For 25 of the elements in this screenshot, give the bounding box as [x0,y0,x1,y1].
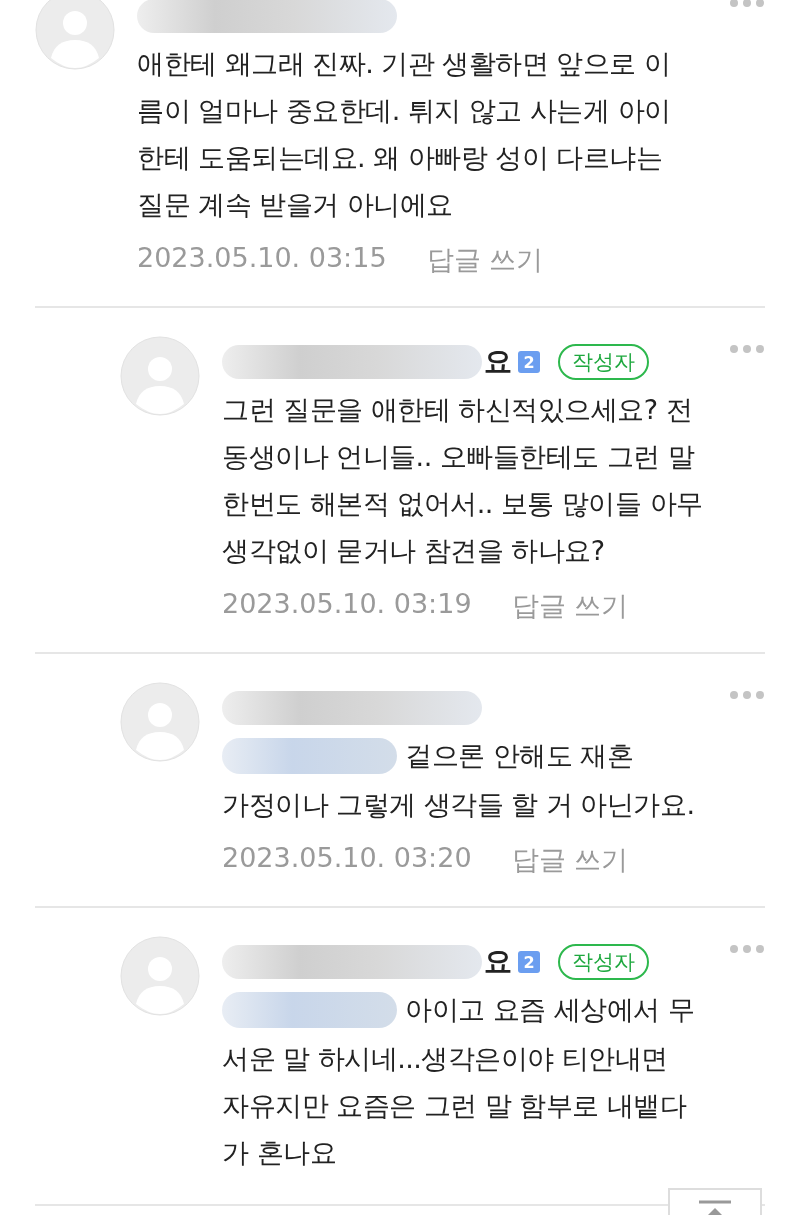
comment-text: 서운 말 하시네...생각은이야 티안내면 자유지만 요즘은 그런 말 함부로 내뱉다 가 혼나요 [222,1043,687,1168]
avatar-icon [120,336,200,416]
comment-text: 그런 질문을 애한테 하신적있으세요? 전 동생이나 언니들.. 오빠들한테도 그런 말 한번도 해본적 없어서.. 보통 많이들 아무 생각없이 묻거나 참견을 하나요? [222,394,703,566]
comment-date: 2023.05.10. 03:15 [137,242,387,275]
author-tag: 작성자 [558,944,649,980]
comment-text: 겉으론 안해도 재혼 [405,739,634,773]
comment-text: 아이고 요즘 세상에서 무 [405,993,695,1027]
more-icon[interactable] [729,0,765,8]
comment-date: 2023.05.10. 03:20 [222,842,472,875]
avatar-icon [120,936,200,1016]
level-badge: 2 [518,951,540,973]
comment-date: 2023.05.10. 03:19 [222,588,472,621]
comment-text: 가정이나 그렇게 생각들 할 거 아닌가요. [222,789,695,820]
author-tag: 작성자 [558,344,649,380]
comment-text: 애한테 왜그래 진짜. 기관 생활하면 앞으로 이 름이 얼마나 중요한데. 튀지 않고 사는게 아이 한테 도움되는데요. 왜 아빠랑 성이 다르냐는 질문 계속 받을거 아니에요 [137,48,671,220]
reply-link[interactable]: 답글 쓰기 [511,588,629,624]
more-icon[interactable] [729,944,765,954]
more-icon[interactable] [729,344,765,354]
author-name[interactable]: 요 [484,343,512,381]
reply-link[interactable]: 답글 쓰기 [511,842,629,878]
level-badge: 2 [518,351,540,373]
reply-link[interactable]: 답글 쓰기 [426,242,544,278]
author-name[interactable]: 요 [484,943,512,981]
avatar-icon [120,682,200,762]
more-icon[interactable] [729,690,765,700]
